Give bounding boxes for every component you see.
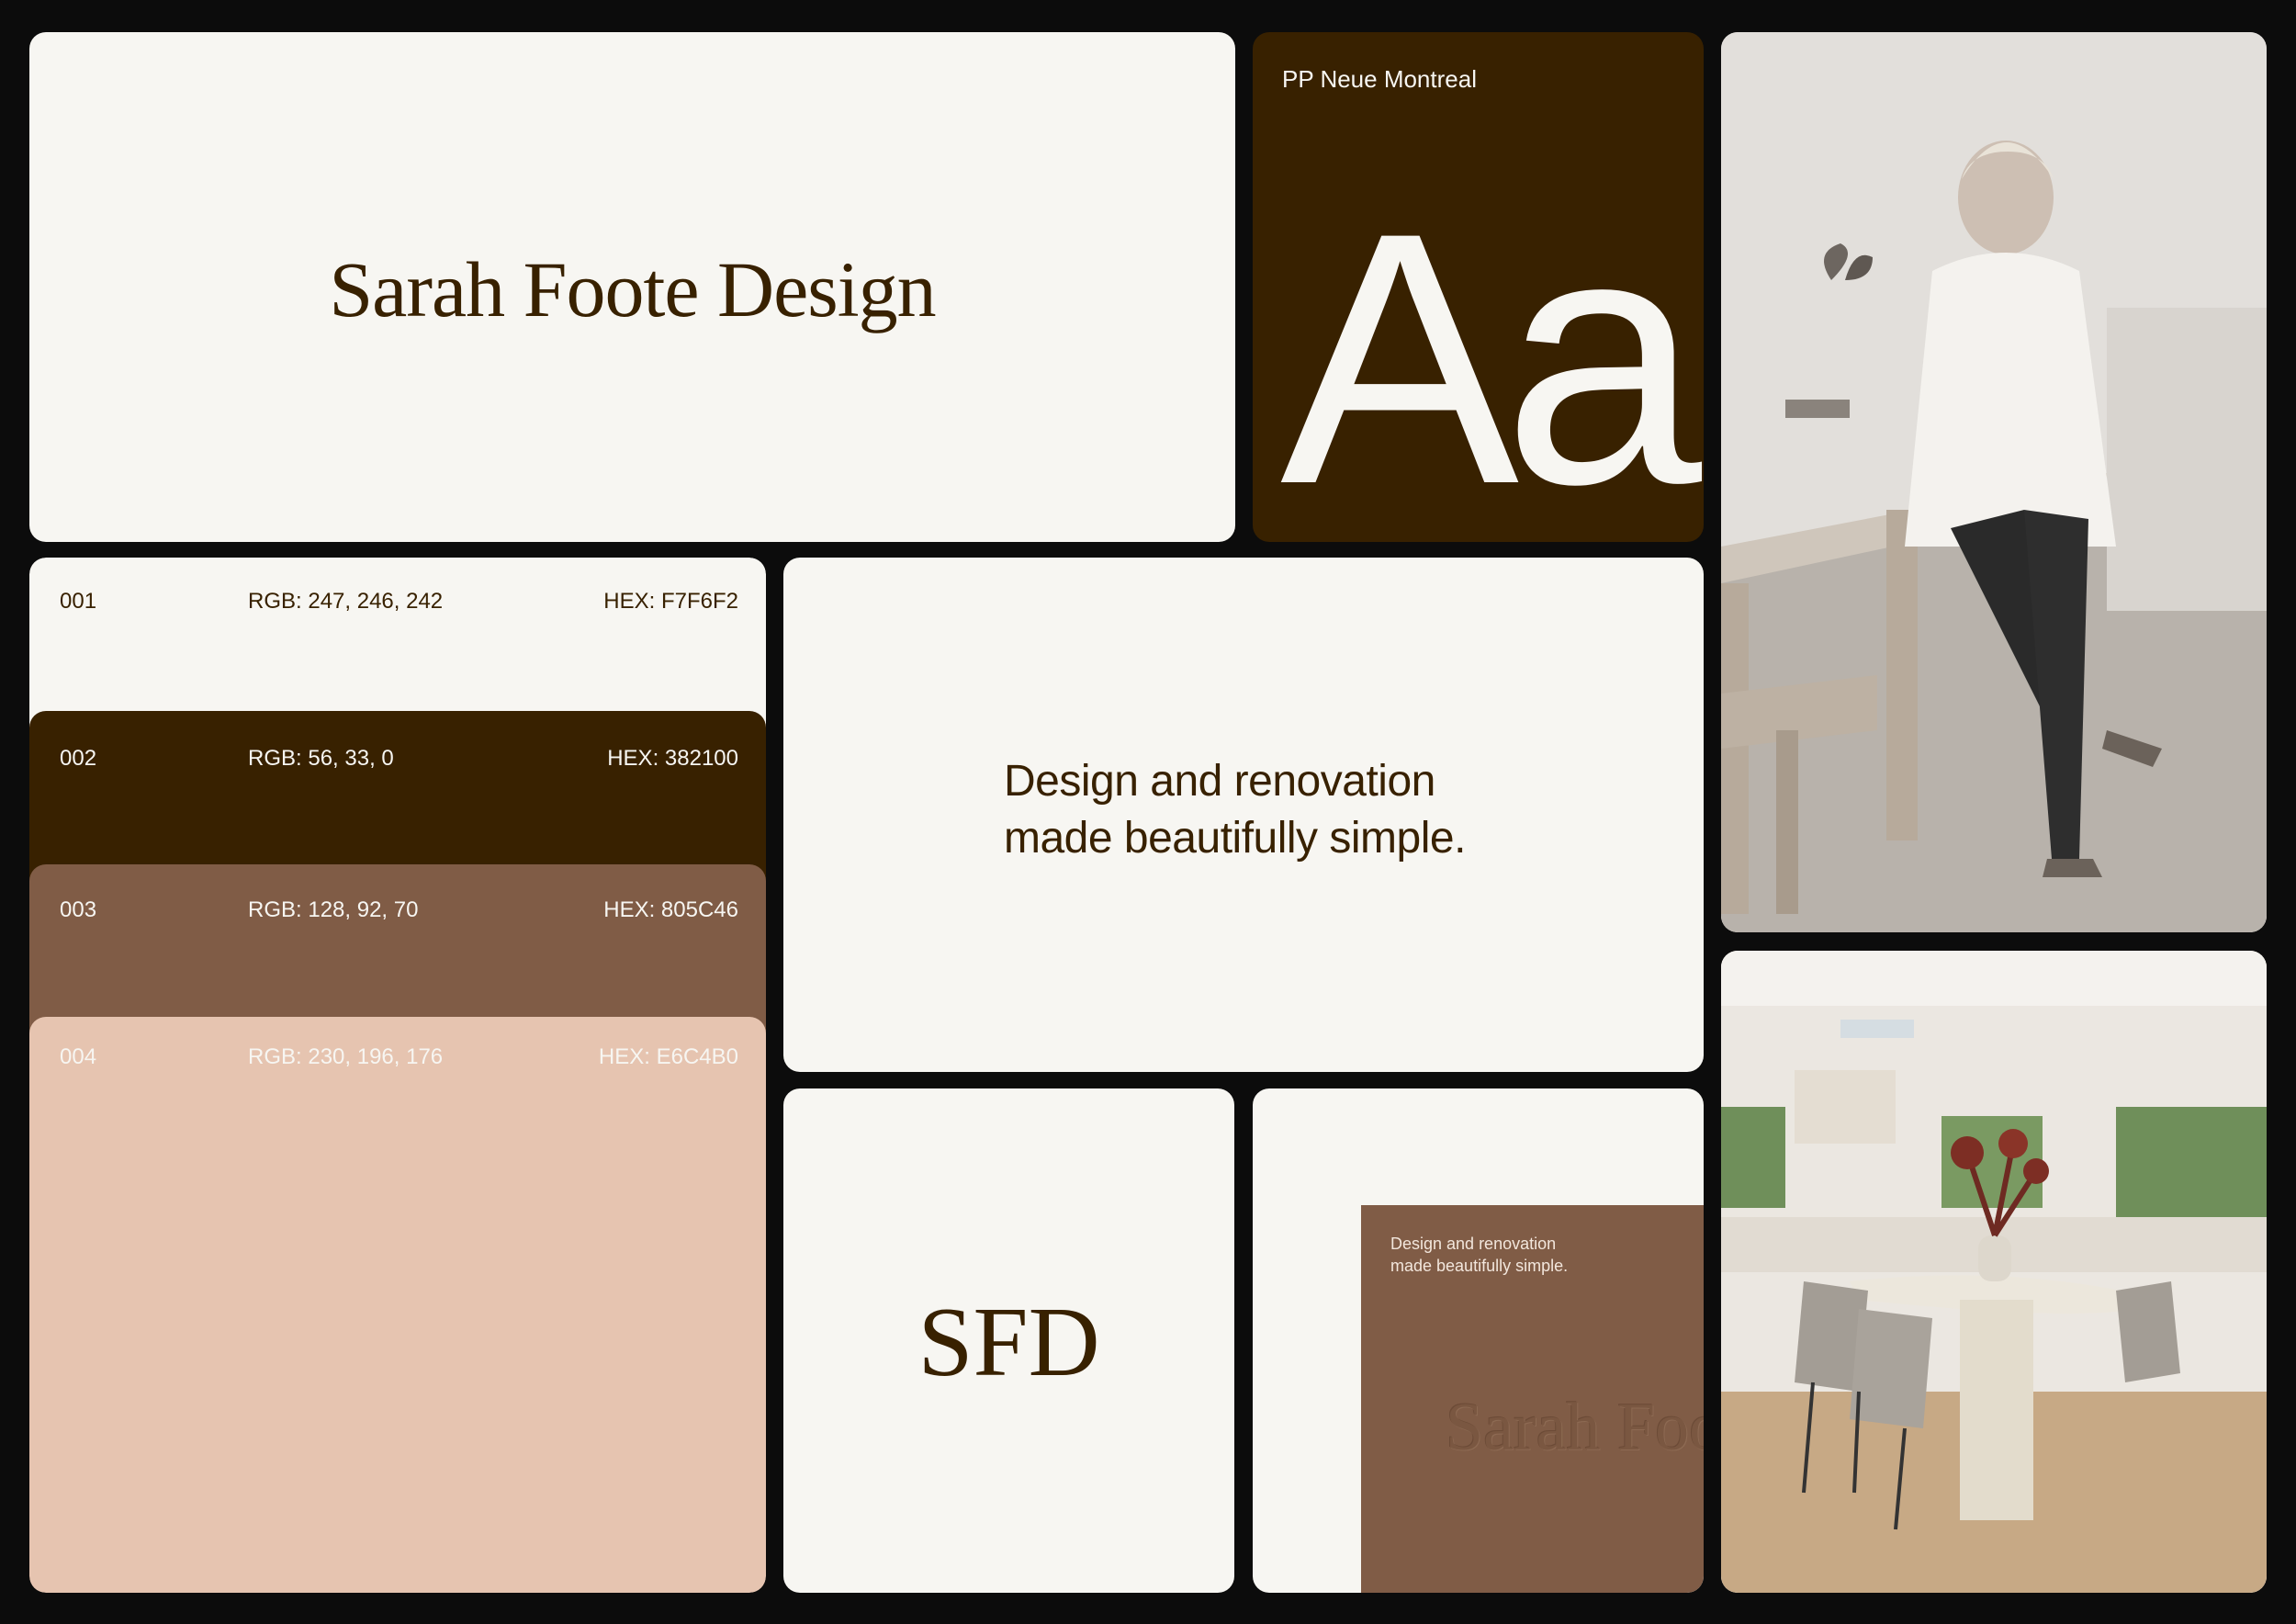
folder-mockup: Design and renovation made beautifully s… bbox=[1361, 1205, 1704, 1593]
swatch-hex: HEX: 805C46 bbox=[603, 897, 738, 922]
color-palette: 001 RGB: 247, 246, 242 HEX: F7F6F2 002 R… bbox=[29, 558, 766, 1593]
interior-photo bbox=[1721, 951, 2267, 1593]
swatch-hex: HEX: E6C4B0 bbox=[598, 1044, 738, 1069]
tagline-line-2: made beautifully simple. bbox=[1004, 814, 1466, 863]
swatch-hex: HEX: F7F6F2 bbox=[603, 589, 738, 614]
folder-tagline: Design and renovation made beautifully s… bbox=[1390, 1233, 1568, 1277]
brand-wordmark: Sarah Foote Design bbox=[329, 245, 936, 333]
swatch-004: 004 RGB: 230, 196, 176 HEX: E6C4B0 bbox=[29, 1017, 766, 1593]
swatch-rgb: RGB: 230, 196, 176 bbox=[248, 1044, 444, 1069]
tagline-line-1: Design and renovation bbox=[1004, 757, 1435, 806]
stationery-card: Design and renovation made beautifully s… bbox=[1253, 1088, 1704, 1593]
logo-card: Sarah Foote Design bbox=[29, 32, 1235, 542]
portrait-illustration bbox=[1721, 32, 2267, 932]
embossed-wordmark: Sarah Foote bbox=[1446, 1390, 1704, 1465]
typeface-card: PP Neue Montreal Aa bbox=[1253, 32, 1704, 542]
swatch-rgb: RGB: 247, 246, 242 bbox=[248, 589, 444, 614]
typeface-specimen: Aa bbox=[1280, 158, 1702, 542]
swatch-id: 004 bbox=[60, 1044, 97, 1069]
swatch-id: 001 bbox=[60, 589, 97, 614]
tagline-card: Design and renovation made beautifully s… bbox=[783, 558, 1704, 1072]
swatch-rgb: RGB: 56, 33, 0 bbox=[248, 746, 394, 771]
monogram-card: SFD bbox=[783, 1088, 1234, 1593]
swatch-id: 002 bbox=[60, 746, 97, 771]
swatch-hex: HEX: 382100 bbox=[607, 746, 738, 771]
interior-illustration bbox=[1721, 951, 2267, 1593]
swatch-rgb: RGB: 128, 92, 70 bbox=[248, 897, 419, 922]
tagline-text: Design and renovation made beautifully s… bbox=[1004, 753, 1466, 867]
portrait-photo bbox=[1721, 32, 2267, 932]
folder-tagline-line-1: Design and renovation bbox=[1390, 1235, 1557, 1253]
typeface-name: PP Neue Montreal bbox=[1282, 65, 1477, 93]
swatch-id: 003 bbox=[60, 897, 97, 922]
folder-tagline-line-2: made beautifully simple. bbox=[1390, 1257, 1569, 1275]
brand-monogram: SFD bbox=[917, 1288, 1100, 1397]
